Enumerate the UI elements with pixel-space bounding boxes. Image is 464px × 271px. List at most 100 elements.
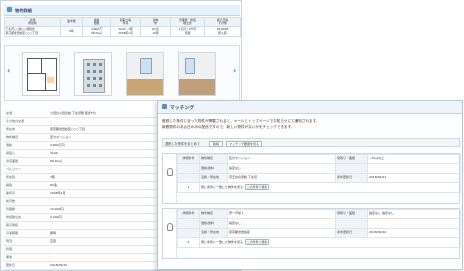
detail-label: 管理 <box>6 246 13 251</box>
condition-row: 沿線・所在地 東京都世田谷区 条件更新日 2018/09/20 <box>177 227 461 239</box>
view-matched-properties-link[interactable]: 既に条件に一致した物件を見る <box>201 185 243 189</box>
search-with-condition-button[interactable]: この条件で検索 <box>245 239 270 246</box>
summary-header: 管理費・修繕 積立金 <box>170 17 205 27</box>
detail-value: 区分マンション <box>50 134 72 139</box>
view-matched-properties-link[interactable]: 既に条件に一致した物件を見る <box>201 240 243 244</box>
flask-icon <box>167 223 173 231</box>
condition-row: 価格/賃料 指定なし <box>177 218 461 229</box>
card-footer-row: 2 既に条件に一致した物件を見る この条件で検索 <box>177 237 461 248</box>
detail-label: 更新日 <box>6 262 16 267</box>
detail-value: - <box>50 246 52 251</box>
condition-cell: 2018/09/20 <box>367 227 461 239</box>
summary-value: 8年 <box>60 26 83 37</box>
condition-cell: 条件更新日 <box>335 172 368 184</box>
summary-header: 価格 面積 <box>82 17 111 27</box>
detail-label: 取引態様 <box>6 222 19 227</box>
detail-label: バルコニー <box>6 166 21 171</box>
building-exterior-thumbnail[interactable] <box>74 52 112 96</box>
card-index: 2 <box>177 237 200 248</box>
detail-value: - <box>50 222 52 227</box>
matching-description-line-2: 新着物件のある日のみの配信ですので、新しい物件がないかをチェックできます。 <box>162 125 295 129</box>
detail-value: - <box>50 254 52 259</box>
gallery-prev-button[interactable]: ‹ <box>7 66 10 75</box>
building-icon <box>7 7 12 12</box>
condition-cell: 間取り・面積 <box>335 153 368 165</box>
card-footer-row: 1 既に条件に一致した物件を見る この条件で検索 <box>177 182 461 193</box>
condition-cell: 沿線・所在地 <box>199 172 228 184</box>
summary-value: 4,800万 68.00㎡ <box>82 26 111 37</box>
condition-row: 価格/賃料 指定なし <box>177 163 461 174</box>
condition-cell <box>177 227 200 239</box>
card-selector[interactable] <box>163 209 177 258</box>
matching-description-line-1: 登録した条件に合った物件が掲載されると、メールとトップページでお知らせにて通知さ… <box>162 119 320 123</box>
matching-toolbar: 選択した条件をまとめて 削除 マッチング履歴を見る <box>162 138 460 147</box>
condition-cell <box>335 163 368 174</box>
property-summary-table: 交通 所在地 築年数 価格 面積 間取り等 年月 建物 他 管理費・修繕 積立金… <box>4 17 241 37</box>
detail-value: 空室 <box>50 238 57 243</box>
delete-button[interactable]: 削除 <box>209 140 223 147</box>
summary-value-row: 下北沢○○線○○駅徒歩 東京都世田谷区○○○丁目 8年 4,800万 68.00… <box>4 26 241 37</box>
condition-cell: 沿線・所在地 <box>199 227 228 239</box>
matching-condition-table: 詳細条件 物件種目 売一戸建て 間取り・面積 指定なし 指定なし 価格/賃料 指定なし 沿線・… <box>177 208 461 248</box>
detail-label: 構造 <box>6 182 13 187</box>
condition-cell: 指定なし <box>227 218 336 229</box>
detail-label: 専有面積 <box>6 158 19 163</box>
detail-value: 9,000円 <box>50 214 62 219</box>
photo-gallery: ‹ › <box>4 45 240 101</box>
card-selector[interactable] <box>163 154 177 203</box>
detail-label: 所在地 <box>6 126 16 131</box>
summary-value: 2018/09 即入居 <box>204 26 241 37</box>
search-with-condition-button[interactable]: この条件で検索 <box>245 184 270 191</box>
gallery-next-button[interactable]: › <box>233 66 236 75</box>
matching-condition-table: 詳細条件 物件種目 区分マンション 間取り・面積 ~70㎡以上 価格/賃料 指定なし 沿線・所… <box>177 153 461 193</box>
condition-cell: 2018/09/21 <box>367 172 461 184</box>
condition-cell: 条件更新日 <box>335 227 368 239</box>
detail-value: 東京都世田谷区○○○丁目 <box>50 126 85 131</box>
condition-cell: 物件種目 <box>199 208 228 220</box>
detail-value: RC造 <box>50 182 58 187</box>
detail-value: 4,800万円 <box>50 142 65 147</box>
detail-value: - <box>50 118 52 123</box>
summary-header-row: 交通 所在地 築年数 価格 面積 間取り等 年月 建物 他 管理費・修繕 積立金… <box>4 17 241 27</box>
detail-label: 修繕積立金 <box>6 214 22 219</box>
condition-cell: 価格/賃料 <box>199 218 228 229</box>
floor-plan-thumbnail[interactable] <box>22 52 60 96</box>
matching-header: マッチング <box>158 101 462 114</box>
condition-cell: 指定なし <box>227 163 336 174</box>
detail-label: 価格 <box>6 142 13 147</box>
summary-header: 建物 他 <box>140 17 171 27</box>
detail-label: 管理費 <box>6 206 16 211</box>
detail-value: 2008年1月 <box>50 190 66 195</box>
detail-label: 現況 <box>6 238 13 243</box>
matching-icon <box>162 104 167 109</box>
toolbar-label: 選択した条件をまとめて <box>165 142 201 147</box>
detail-label: 所在階 <box>6 174 16 179</box>
detail-label: 交通 <box>6 110 13 115</box>
summary-value: 1万円 / 9千円 月額 <box>170 26 205 37</box>
detail-value: 即時 <box>50 230 57 235</box>
matching-title: マッチング <box>170 106 194 111</box>
condition-cell: 物件種目 <box>199 153 228 165</box>
condition-cell <box>177 218 200 229</box>
detail-value: 68.00㎡ <box>50 158 62 163</box>
condition-row: 詳細条件 物件種目 区分マンション 間取り・面積 ~70㎡以上 <box>177 153 461 165</box>
condition-cell <box>177 163 200 174</box>
matching-history-button[interactable]: マッチング履歴を見る <box>226 140 262 147</box>
matching-panel: マッチング 登録した条件に合った物件が掲載されると、メールとトップページでお知ら… <box>157 100 463 270</box>
condition-cell: 区分マンション <box>227 153 336 165</box>
summary-header: 販売日等 その他 <box>204 17 241 27</box>
card-footer: 既に条件に一致した物件を見る この条件で検索 <box>199 237 461 248</box>
property-detail-title: 物件詳細 <box>15 7 32 13</box>
detail-value: 小田急小田急線 下北沢駅 徒歩5分 <box>50 110 96 115</box>
summary-header: 交通 所在地 <box>4 17 61 27</box>
room-interior-thumbnail[interactable] <box>126 52 164 96</box>
detail-label: 間取り <box>6 150 16 155</box>
detail-label: 築年月 <box>6 190 16 195</box>
detail-value: - <box>50 198 52 203</box>
property-detail-header: 物件詳細 <box>4 5 240 16</box>
room-interior-thumbnail-2[interactable] <box>178 52 216 96</box>
detail-label: 物件種目 <box>6 134 19 139</box>
condition-cell: 詳細条件 <box>177 208 200 220</box>
condition-cell: 価格/賃料 <box>199 163 228 174</box>
condition-cell: 京王井の頭線 下北沢 <box>227 172 336 184</box>
